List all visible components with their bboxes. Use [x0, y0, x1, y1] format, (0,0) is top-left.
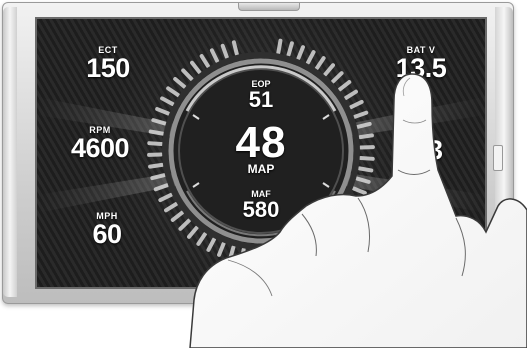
- finger-hand-icon: [189, 73, 527, 348]
